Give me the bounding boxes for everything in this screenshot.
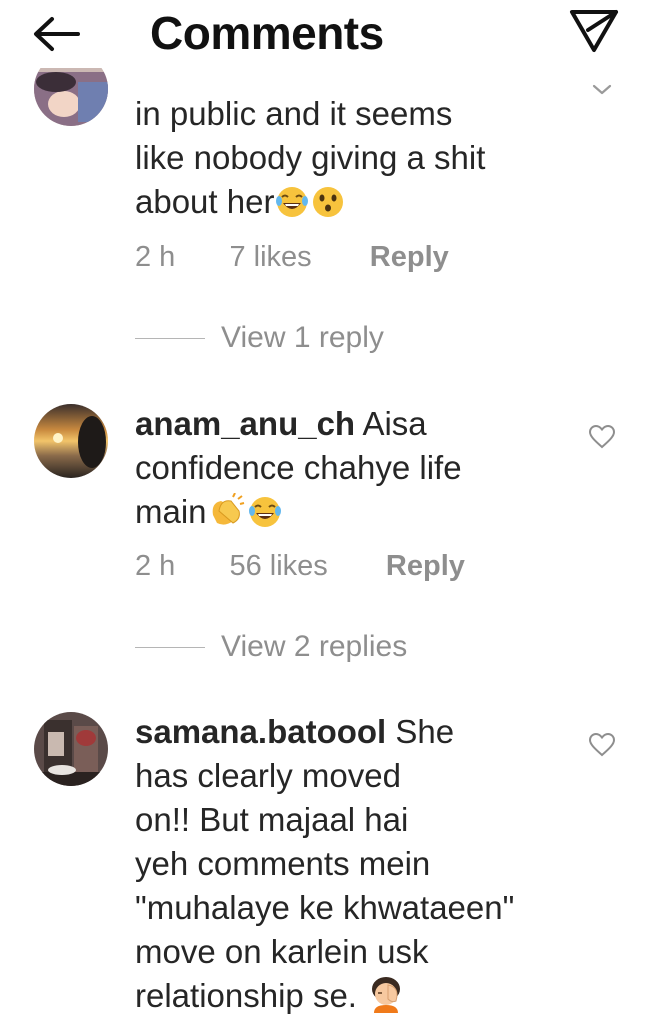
comments-thread: in public and it seems like nobody givin… <box>0 0 659 1024</box>
comment-text: samana.batoool She has clearly moved on!… <box>135 710 565 1024</box>
chevron-down-icon[interactable] <box>590 82 614 98</box>
comment-line-with-emoji: main <box>135 490 565 540</box>
comment-meta: 2 h 56 likes Reply <box>135 549 465 583</box>
page-title: Comments <box>150 7 384 59</box>
view-replies-label: View 2 replies <box>221 630 408 663</box>
comment-line: She <box>386 713 455 750</box>
avatar[interactable] <box>34 404 108 478</box>
comment-line: in public and it seems <box>135 95 453 132</box>
facepalm-emoji <box>366 975 406 1024</box>
astonished-emoji <box>310 185 346 230</box>
clapping-hands-emoji <box>207 492 247 540</box>
comment-line: yeh comments mein <box>135 845 431 882</box>
comment-line-with-emoji: about her <box>135 180 565 230</box>
comment-line: "muhalaye ke khwataeen" <box>135 889 515 926</box>
comment-line: about her <box>135 183 275 220</box>
comment-username[interactable]: anam_anu_ch <box>135 405 355 442</box>
comment-line-with-username: samana.batoool She <box>135 710 565 754</box>
view-replies-button[interactable]: View 1 reply <box>135 321 384 355</box>
comment-line: confidence chahye life <box>135 449 462 486</box>
comment-text: in public and it seems like nobody givin… <box>135 92 565 230</box>
comment-line: Aisa <box>355 405 427 442</box>
replies-divider <box>135 646 205 648</box>
comment-likes[interactable]: 7 likes <box>229 240 311 274</box>
back-arrow-icon[interactable] <box>30 14 84 54</box>
reply-button[interactable]: Reply <box>370 240 449 274</box>
comment-line: like nobody giving a shit <box>135 139 486 176</box>
joy-emoji <box>247 495 283 540</box>
comment-likes[interactable]: 56 likes <box>229 549 327 583</box>
heart-icon[interactable] <box>588 424 616 450</box>
avatar-photo <box>34 404 108 478</box>
comment-line: relationship se. <box>135 977 357 1014</box>
view-replies-label: View 1 reply <box>221 321 384 354</box>
avatar[interactable] <box>34 712 108 786</box>
comment-line: on!! But majaal hai <box>135 801 409 838</box>
comment-time: 2 h <box>135 241 176 273</box>
header-bar: Comments <box>0 0 659 68</box>
comment-line-with-emoji: relationship se. <box>135 974 565 1024</box>
comment-line: move on karlein usk <box>135 933 429 970</box>
avatar-photo <box>34 712 108 786</box>
view-replies-button[interactable]: View 2 replies <box>135 630 407 664</box>
replies-divider <box>135 337 205 339</box>
comment-text: anam_anu_ch Aisa confidence chahye life … <box>135 402 565 540</box>
comment-line: has clearly moved <box>135 757 401 794</box>
comment-line: main <box>135 493 207 530</box>
comment-username[interactable]: samana.batoool <box>135 713 386 750</box>
send-icon[interactable] <box>568 6 620 54</box>
comment-line-with-username: anam_anu_ch Aisa <box>135 402 565 446</box>
reply-button[interactable]: Reply <box>386 549 465 583</box>
heart-icon[interactable] <box>588 732 616 758</box>
comment-meta: 2 h 7 likes Reply <box>135 240 449 274</box>
comment-time: 2 h <box>135 550 176 582</box>
joy-emoji <box>274 185 310 230</box>
